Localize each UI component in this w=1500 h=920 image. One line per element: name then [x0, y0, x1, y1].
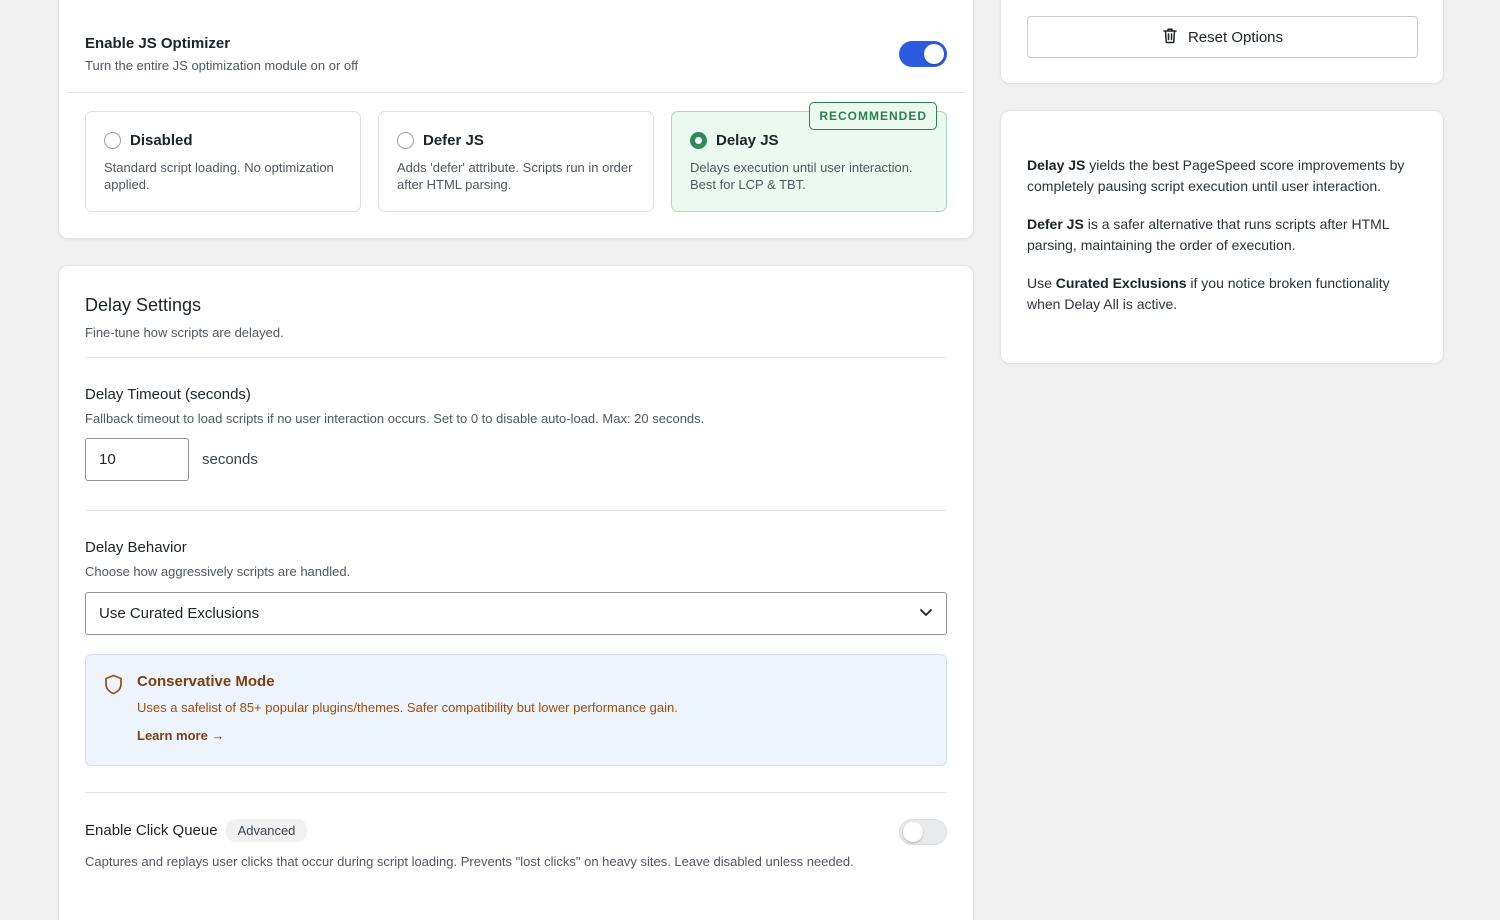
toggle-knob — [924, 44, 944, 64]
behavior-selected: Use Curated Exclusions — [99, 605, 260, 622]
conservative-mode-box: Conservative Mode Uses a safelist of 85+… — [85, 654, 947, 766]
option-delay-js[interactable]: RECOMMENDED Delay JS Delays execution un… — [671, 102, 947, 212]
reset-card: Reset Options — [1000, 0, 1444, 84]
toggle-knob — [903, 822, 923, 842]
trash-icon — [1162, 27, 1178, 48]
help-paragraph: Use Curated Exclusions if you notice bro… — [1027, 275, 1390, 312]
option-defer-js[interactable]: Defer JS Adds 'defer' attribute. Scripts… — [378, 111, 654, 212]
delay-settings-header: Delay Settings Fine-tune how scripts are… — [85, 295, 947, 340]
behavior-group: Delay Behavior Choose how aggressively s… — [85, 539, 947, 635]
help-text: Delay JS yields the best PageSpeed score… — [1027, 155, 1417, 332]
section-title: Delay Settings — [85, 295, 202, 315]
option-name: Disabled — [130, 132, 193, 149]
learn-more-link[interactable]: Learn more → — [137, 728, 224, 743]
timeout-group: Delay Timeout (seconds) Fallback timeout… — [85, 386, 947, 481]
option-name: Defer JS — [423, 132, 484, 149]
divider — [85, 357, 947, 358]
reset-options-button[interactable]: Reset Options — [1027, 16, 1418, 58]
option-disabled[interactable]: Disabled Standard script loading. No opt… — [85, 111, 361, 212]
optimizer-title: Enable JS Optimizer — [85, 35, 231, 52]
optimizer-toggle[interactable] — [899, 41, 947, 67]
optimizer-subtitle: Turn the entire JS optimization module o… — [85, 58, 359, 73]
behavior-label: Delay Behavior — [85, 539, 187, 556]
option-desc: Delays execution until user interaction.… — [690, 160, 913, 192]
behavior-select[interactable]: Use Curated Exclusions — [85, 592, 947, 635]
timeout-input[interactable]: 10 — [85, 438, 189, 481]
help-card: Delay JS yields the best PageSpeed score… — [1000, 110, 1444, 364]
radio-defer-js[interactable] — [397, 132, 414, 149]
divider — [85, 510, 947, 511]
js-optimizer-card: Enable JS Optimizer Turn the entire JS o… — [58, 0, 974, 239]
timeout-label: Delay Timeout (seconds) — [85, 386, 251, 403]
divider — [85, 792, 947, 793]
optimizer-toggle-row: Enable JS Optimizer Turn the entire JS o… — [85, 35, 947, 73]
mode-text: Uses a safelist of 85+ popular plugins/t… — [137, 700, 678, 715]
chevron-down-icon — [919, 605, 933, 623]
reset-options-label: Reset Options — [1187, 28, 1284, 46]
option-desc: Adds 'defer' attribute. Scripts run in o… — [397, 160, 633, 192]
radio-disabled[interactable] — [104, 132, 121, 149]
click-queue-label: Enable Click Queue — [85, 822, 218, 839]
click-queue-toggle[interactable] — [899, 819, 947, 845]
timeout-unit: seconds — [202, 451, 258, 468]
mode-title: Conservative Mode — [137, 673, 275, 690]
recommended-badge: RECOMMENDED — [809, 102, 937, 130]
timeout-help: Fallback timeout to load scripts if no u… — [85, 411, 705, 426]
behavior-help: Choose how aggressively scripts are hand… — [85, 564, 351, 579]
shield-icon — [104, 674, 123, 745]
click-queue-help: Captures and replays user clicks that oc… — [85, 854, 854, 869]
delay-settings-card: Delay Settings Fine-tune how scripts are… — [58, 265, 974, 920]
help-paragraph: Defer JS is a safer alternative that run… — [1027, 216, 1390, 253]
click-queue-group: Enable Click Queue Advanced Captures and… — [85, 819, 947, 872]
option-name: Delay JS — [716, 132, 779, 149]
option-desc: Standard script loading. No optimization… — [104, 160, 334, 192]
divider — [67, 92, 965, 93]
radio-delay-js[interactable] — [690, 132, 707, 149]
section-subtitle: Fine-tune how scripts are delayed. — [85, 325, 284, 340]
advanced-badge: Advanced — [225, 819, 308, 842]
help-paragraph: Delay JS yields the best PageSpeed score… — [1027, 157, 1405, 194]
